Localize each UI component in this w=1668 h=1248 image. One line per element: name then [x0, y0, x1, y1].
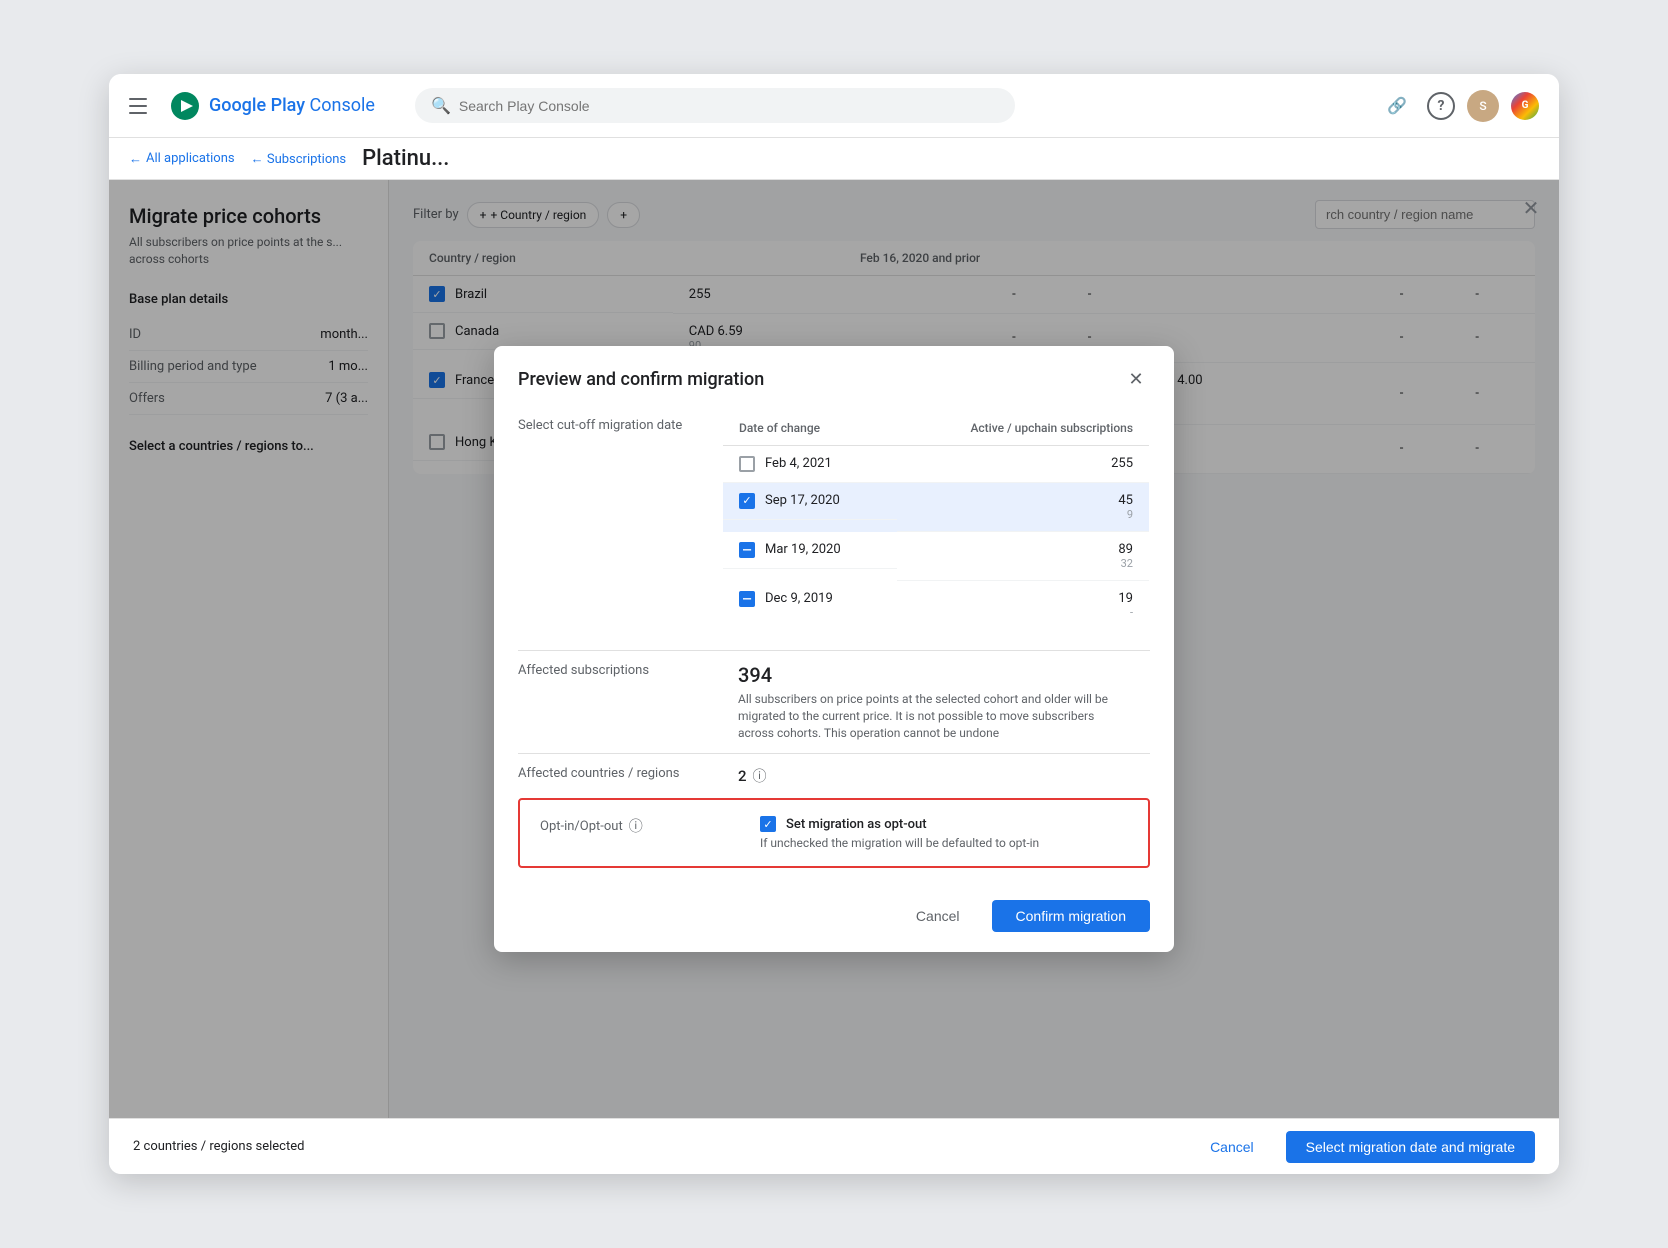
modal-title: Preview and confirm migration	[518, 369, 764, 390]
optin-check-row: ✓ Set migration as opt-out	[760, 816, 927, 832]
back-icon: ←	[129, 151, 142, 167]
date-row-dec2019: — Dec 9, 2019 19 -	[723, 581, 1150, 630]
optin-info-icon[interactable]: ⓘ	[629, 816, 643, 836]
sep2020-active: 45 9	[897, 483, 1150, 532]
top-bar: Google Play Console 🔍 🔗 ? S G	[109, 74, 1559, 138]
main-content: Migrate price cohorts All subscribers on…	[109, 180, 1559, 1118]
affected-regions-row: Affected countries / regions 2 ⓘ	[518, 753, 1150, 798]
migration-modal: Preview and confirm migration ✕ Select c…	[494, 346, 1174, 953]
modal-overlay: ✕ Preview and confirm migration ✕ Select…	[109, 180, 1559, 1118]
affected-subscriptions-value: 394	[738, 663, 1118, 687]
optin-right: ✓ Set migration as opt-out If unchecked …	[760, 816, 1039, 850]
affected-subscriptions-label: Affected subscriptions	[518, 663, 698, 678]
date-table-wrapper: Date of change Active / upchain subscrip…	[722, 410, 1150, 631]
affected-subscriptions-row: Affected subscriptions 394 All subscribe…	[518, 650, 1150, 753]
modal-body: Select cut-off migration date Date of ch…	[494, 410, 1174, 869]
selected-count-label: 2 countries / regions selected	[133, 1139, 1178, 1154]
affected-regions-value: 2 ⓘ	[738, 766, 767, 786]
cutoff-section: Select cut-off migration date Date of ch…	[518, 410, 1150, 631]
affected-subscriptions-desc: All subscribers on price points at the s…	[738, 691, 1118, 741]
logo-area: Google Play Console	[169, 90, 375, 122]
top-bar-actions: 🔗 ? S G	[1379, 88, 1539, 124]
back-all-apps-btn[interactable]: ← All applications	[129, 151, 235, 167]
date-table: Date of change Active / upchain subscrip…	[722, 410, 1150, 631]
outer-close-button[interactable]: ✕	[1515, 192, 1547, 224]
search-icon: 🔍	[431, 96, 451, 115]
google-icon: G	[1511, 92, 1539, 120]
affected-subscriptions-detail: 394 All subscribers on price points at t…	[738, 663, 1118, 741]
date-col-header: Date of change	[723, 410, 897, 445]
optin-sub: If unchecked the migration will be defau…	[760, 836, 1039, 850]
optin-box: Opt-in/Opt-out ⓘ ✓ Set migration as opt-…	[518, 798, 1150, 868]
optin-text: Set migration as opt-out	[786, 817, 927, 832]
breadcrumb[interactable]: ← Subscriptions	[251, 151, 347, 167]
modal-footer: Cancel Confirm migration	[494, 888, 1174, 952]
bottom-bar: 2 countries / regions selected Cancel Se…	[109, 1118, 1559, 1174]
page-title: Platinu...	[362, 146, 449, 171]
modal-cancel-button[interactable]: Cancel	[896, 900, 980, 932]
cutoff-label: Select cut-off migration date	[518, 410, 698, 433]
app-title: Google Play Console	[209, 95, 375, 116]
active-col-header: Active / upchain subscriptions	[897, 410, 1150, 445]
link-icon-btn[interactable]: 🔗	[1379, 88, 1415, 124]
date-row-sep2020: ✓ Sep 17, 2020 45 9	[723, 483, 1150, 532]
modal-close-button[interactable]: ✕	[1122, 366, 1150, 394]
feb2021-checkbox[interactable]	[739, 456, 755, 472]
search-input[interactable]	[459, 98, 999, 114]
mar2020-checkbox[interactable]: —	[739, 542, 755, 558]
feb2021-active: 255	[897, 445, 1150, 483]
dec2019-checkbox[interactable]: —	[739, 591, 755, 607]
optin-checkbox[interactable]: ✓	[760, 816, 776, 832]
select-migrate-button[interactable]: Select migration date and migrate	[1286, 1131, 1535, 1163]
mar2020-active: 89 32	[897, 532, 1150, 581]
avatar[interactable]: S	[1467, 90, 1499, 122]
sep2020-checkbox[interactable]: ✓	[739, 493, 755, 509]
cancel-button[interactable]: Cancel	[1190, 1131, 1274, 1163]
hamburger-menu-icon[interactable]	[129, 94, 153, 118]
regions-info-icon[interactable]: ⓘ	[753, 766, 767, 786]
optin-label: Opt-in/Opt-out ⓘ	[540, 816, 720, 836]
dec2019-active: 19 -	[897, 581, 1150, 630]
play-logo-icon	[169, 90, 201, 122]
date-row-mar2020: — Mar 19, 2020 89 32	[723, 532, 1150, 581]
date-row-feb2021: Feb 4, 2021 255	[723, 445, 1150, 483]
search-bar[interactable]: 🔍	[415, 88, 1015, 123]
help-icon-btn[interactable]: ?	[1427, 92, 1455, 120]
affected-regions-label: Affected countries / regions	[518, 766, 698, 781]
modal-confirm-button[interactable]: Confirm migration	[992, 900, 1150, 932]
modal-header: Preview and confirm migration ✕	[494, 346, 1174, 394]
sub-header: ← All applications ← Subscriptions Plati…	[109, 138, 1559, 180]
